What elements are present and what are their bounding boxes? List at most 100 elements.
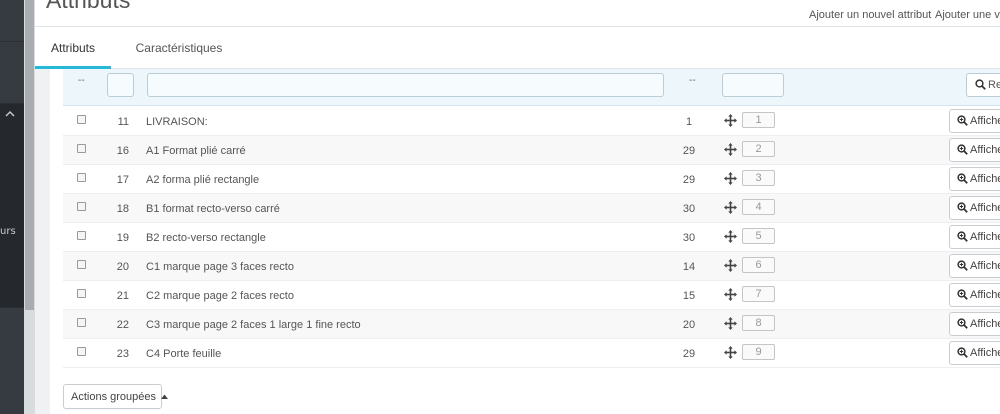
- position-badge: 3: [742, 170, 775, 186]
- view-button[interactable]: Affiche: [949, 341, 1000, 365]
- cell-id: 17: [116, 174, 129, 186]
- view-button[interactable]: Affiche: [949, 138, 1000, 162]
- sidebar-section[interactable]: [0, 0, 24, 42]
- view-button[interactable]: Affiche: [949, 196, 1000, 220]
- search-button-label: Reche: [988, 79, 1000, 91]
- view-button[interactable]: Affiche: [949, 254, 1000, 278]
- filter-id-input[interactable]: [107, 73, 134, 97]
- table-row[interactable]: 19 B2 recto-verso rectangle 30 5 Affiche: [63, 223, 1000, 252]
- cell-name[interactable]: B1 format recto-verso carré: [146, 203, 280, 215]
- row-checkbox[interactable]: [77, 115, 86, 124]
- view-button-label: Affiche: [970, 202, 1000, 214]
- scrollbar-thumb[interactable]: [25, 0, 34, 310]
- zoom-in-icon: [957, 347, 968, 358]
- search-button[interactable]: Reche: [966, 73, 1000, 97]
- cell-value-count: 15: [682, 290, 696, 302]
- table-row[interactable]: 22 C3 marque page 2 faces 1 large 1 fine …: [63, 310, 1000, 339]
- table-row[interactable]: 16 A1 Format plié carré 29 2 Affiche: [63, 136, 1000, 165]
- drag-move-icon[interactable]: [724, 114, 737, 127]
- position-badge: 1: [742, 112, 775, 128]
- tab-attributs[interactable]: Attributs: [35, 27, 111, 69]
- cell-id: 16: [116, 145, 129, 157]
- drag-move-icon[interactable]: [724, 288, 737, 301]
- filter-name-input[interactable]: [147, 73, 664, 97]
- page-title: Attributs: [46, 0, 131, 13]
- cell-value-count: 29: [682, 145, 696, 157]
- drag-move-icon[interactable]: [724, 201, 737, 214]
- row-checkbox[interactable]: [77, 318, 86, 327]
- zoom-in-icon: [957, 260, 968, 271]
- view-button[interactable]: Affiche: [949, 109, 1000, 133]
- position-badge: 7: [742, 286, 775, 302]
- zoom-in-icon: [957, 202, 968, 213]
- drag-move-icon[interactable]: [724, 230, 737, 243]
- table-row[interactable]: 21 C2 marque page 2 faces recto 15 7 Affiche: [63, 281, 1000, 310]
- attributes-table-panel: -- -- Reche 11LIVRAISON:11Affiche16A1 Fo…: [50, 69, 1000, 414]
- sidebar-section-active[interactable]: [0, 104, 24, 308]
- view-button-label: Affiche: [970, 115, 1000, 127]
- cell-name[interactable]: C3 marque page 2 faces 1 large 1 fine re…: [146, 319, 361, 331]
- cell-name[interactable]: C4 Porte feuille: [146, 348, 221, 360]
- cell-name[interactable]: C2 marque page 2 faces recto: [146, 290, 294, 302]
- filter-row: -- -- Reche: [63, 69, 1000, 106]
- position-badge: 9: [742, 344, 775, 360]
- filter-bulk-dash: --: [78, 75, 85, 86]
- drag-move-icon[interactable]: [724, 172, 737, 185]
- table-row[interactable]: 11LIVRAISON:11Affiche: [63, 107, 1000, 136]
- table-row[interactable]: 23 C4 Porte feuille 29 9 Affiche: [63, 339, 1000, 368]
- cell-id: 23: [116, 348, 129, 360]
- row-checkbox[interactable]: [77, 144, 86, 153]
- bulk-actions-button[interactable]: Actions groupées: [63, 384, 169, 409]
- sidebar-section[interactable]: [0, 42, 24, 104]
- table-row[interactable]: 17 A2 forma plié rectangle 29 3 Affiche: [63, 165, 1000, 194]
- cell-value-count: 30: [682, 203, 696, 215]
- add-value-link[interactable]: Ajouter une val: [935, 9, 1000, 21]
- cell-value-count: 1: [685, 116, 693, 128]
- cell-value-count: 20: [682, 319, 696, 331]
- search-icon: [975, 79, 986, 90]
- tab-caracteristiques[interactable]: Caractéristiques: [129, 27, 229, 69]
- cell-id: 22: [116, 319, 129, 331]
- zoom-in-icon: [957, 231, 968, 242]
- row-checkbox[interactable]: [77, 347, 86, 356]
- view-button-label: Affiche: [970, 231, 1000, 243]
- view-button[interactable]: Affiche: [949, 312, 1000, 336]
- row-checkbox[interactable]: [77, 202, 86, 211]
- drag-move-icon[interactable]: [724, 143, 737, 156]
- drag-move-icon[interactable]: [724, 346, 737, 359]
- view-button-label: Affiche: [970, 144, 1000, 156]
- drag-move-icon[interactable]: [724, 317, 737, 330]
- cell-name[interactable]: B2 recto-verso rectangle: [146, 232, 266, 244]
- view-button[interactable]: Affiche: [949, 225, 1000, 249]
- cell-name[interactable]: A2 forma plié rectangle: [146, 174, 259, 186]
- sidebar-item-label[interactable]: urs: [0, 226, 16, 237]
- row-checkbox[interactable]: [77, 289, 86, 298]
- cell-value-count: 30: [682, 232, 696, 244]
- cell-id: 19: [116, 232, 129, 244]
- cell-id: 11: [117, 116, 129, 128]
- cell-name[interactable]: A1 Format plié carré: [146, 145, 246, 157]
- caret-up-icon: [161, 394, 169, 399]
- cell-name[interactable]: LIVRAISON:: [146, 116, 208, 128]
- cell-id: 18: [116, 203, 129, 215]
- position-badge: 2: [742, 141, 775, 157]
- filter-position-input[interactable]: [722, 73, 784, 97]
- table-row[interactable]: 18 B1 format recto-verso carré 30 4 Affiche: [63, 194, 1000, 223]
- view-button[interactable]: Affiche: [949, 167, 1000, 191]
- view-button[interactable]: Affiche: [949, 283, 1000, 307]
- table-row[interactable]: 20 C1 marque page 3 faces recto 14 6 Affiche: [63, 252, 1000, 281]
- row-checkbox[interactable]: [77, 173, 86, 182]
- cell-name[interactable]: C1 marque page 3 faces recto: [146, 261, 294, 273]
- view-button-label: Affiche: [970, 260, 1000, 272]
- cell-value-count: 29: [682, 348, 696, 360]
- drag-move-icon[interactable]: [724, 259, 737, 272]
- row-checkbox[interactable]: [77, 260, 86, 269]
- zoom-in-icon: [957, 144, 968, 155]
- zoom-in-icon: [957, 115, 968, 126]
- position-badge: 5: [742, 228, 775, 244]
- add-attribute-link[interactable]: Ajouter un nouvel attribut: [809, 9, 931, 21]
- row-checkbox[interactable]: [77, 231, 86, 240]
- chevron-up-icon[interactable]: [3, 106, 17, 120]
- table-body: 11LIVRAISON:11Affiche16A1 Format plié ca…: [63, 107, 1000, 368]
- view-button-label: Affiche: [970, 289, 1000, 301]
